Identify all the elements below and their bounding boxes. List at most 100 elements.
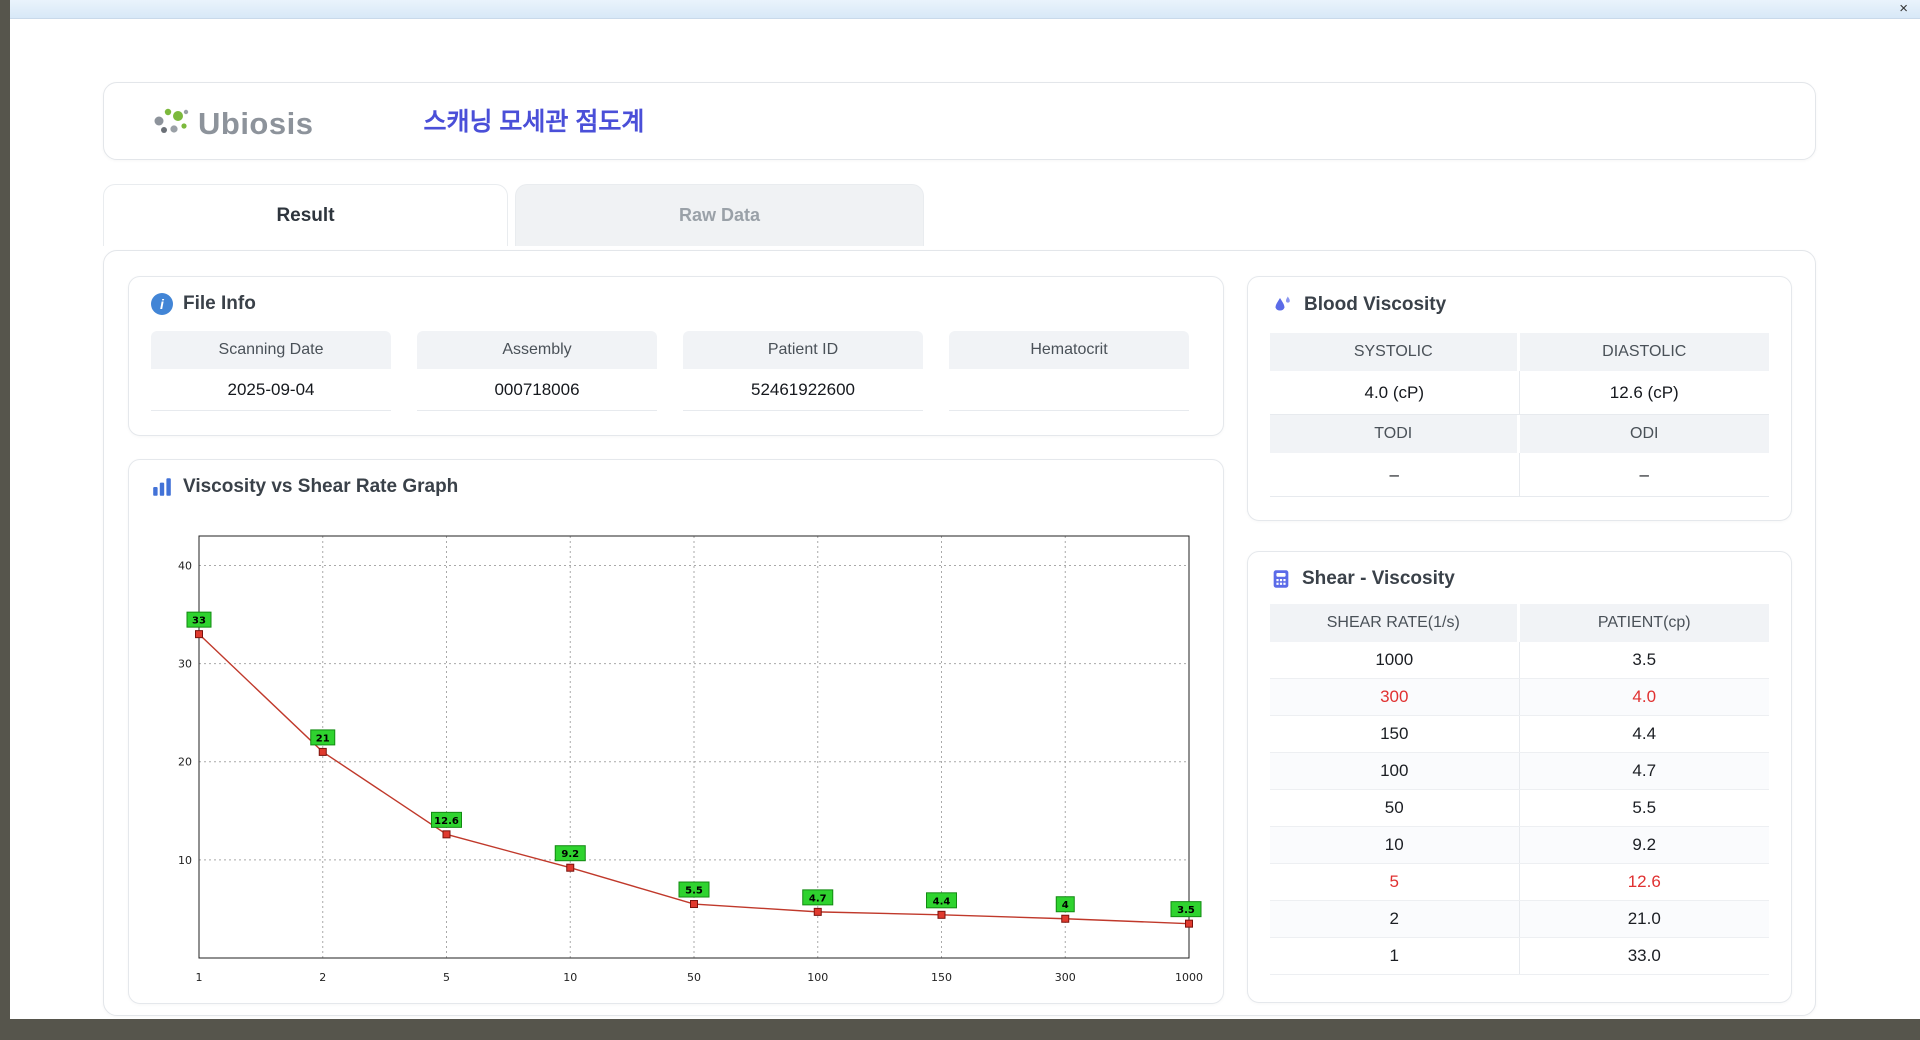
svg-text:21: 21	[316, 733, 330, 744]
svg-text:9.2: 9.2	[561, 849, 579, 860]
patient-cell: 3.5	[1632, 650, 1657, 669]
svg-text:5: 5	[443, 971, 450, 984]
file-info-field: Assembly 000718006	[417, 331, 657, 411]
svg-text:1: 1	[196, 971, 203, 984]
shear-table-header: PATIENT(cp)	[1519, 604, 1769, 642]
app-header-card: Ubiosis 스캐닝 모세관 점도계	[103, 82, 1816, 160]
shear-table-header: SHEAR RATE(1/s)	[1270, 604, 1520, 642]
field-label: Scanning Date	[151, 331, 391, 369]
tab-raw-data[interactable]: Raw Data	[515, 184, 924, 246]
file-info-fields: Scanning Date 2025-09-04 Assembly 000718006…	[151, 331, 1201, 411]
svg-text:12.6: 12.6	[434, 816, 459, 827]
patient-cell: 4.7	[1632, 761, 1657, 780]
shear-rate-cell: 150	[1270, 716, 1520, 752]
patient-cell: 12.6	[1627, 872, 1661, 891]
blood-metric-label: ODI	[1519, 415, 1769, 453]
table-row: 10 9.2	[1270, 827, 1769, 864]
blood-metric-label: DIASTOLIC	[1519, 333, 1769, 371]
graph-title: Viscosity vs Shear Rate Graph	[183, 476, 459, 497]
svg-text:150: 150	[931, 971, 952, 984]
field-label: Hematocrit	[949, 331, 1189, 369]
tab-bar: Result Raw Data	[103, 184, 1816, 246]
shear-rate-cell: 2	[1270, 901, 1520, 937]
file-info-field: Hematocrit	[949, 331, 1189, 411]
patient-cell: 5.5	[1632, 798, 1657, 817]
file-info-field: Scanning Date 2025-09-04	[151, 331, 391, 411]
table-row: 2 21.0	[1270, 901, 1769, 938]
file-info-card: i File Info Scanning Date 2025-09-04 Assem…	[128, 276, 1224, 436]
window-titlebar: ×	[10, 0, 1920, 19]
table-row: 150 4.4	[1270, 716, 1769, 753]
table-row: 300 4.0	[1270, 679, 1769, 716]
shear-table-header-row: SHEAR RATE(1/s) PATIENT(cp)	[1270, 604, 1769, 642]
svg-text:33: 33	[192, 616, 206, 627]
blood-metric-value: –	[1270, 453, 1520, 497]
table-row: 5 12.6	[1270, 864, 1769, 901]
patient-cell: 9.2	[1632, 835, 1657, 854]
blood-viscosity-card: Blood Viscosity SYSTOLIC DIASTOLIC 4.0 (cP…	[1247, 276, 1792, 521]
svg-text:50: 50	[687, 971, 701, 984]
blood-viscosity-title: Blood Viscosity	[1304, 294, 1447, 315]
shear-rate-cell: 100	[1270, 753, 1520, 789]
shear-viscosity-title: Shear - Viscosity	[1302, 568, 1455, 589]
blood-viscosity-grid: SYSTOLIC DIASTOLIC 4.0 (cP) 12.6 (cP) TODI OD…	[1270, 333, 1769, 497]
patient-cell: 4.0	[1632, 687, 1657, 706]
svg-text:10: 10	[563, 971, 577, 984]
svg-text:100: 100	[807, 971, 828, 984]
shear-viscosity-title-row: Shear - Viscosity	[1270, 568, 1769, 590]
graph-title-row: Viscosity vs Shear Rate Graph	[151, 476, 1201, 498]
blood-metric-label: TODI	[1270, 415, 1520, 453]
table-row: 1000 3.5	[1270, 642, 1769, 679]
shear-rate-cell: 50	[1270, 790, 1520, 826]
blood-metric-value: 12.6 (cP)	[1519, 371, 1769, 415]
table-row: 1 33.0	[1270, 938, 1769, 975]
blood-metric-value: 4.0 (cP)	[1270, 371, 1520, 415]
svg-text:3.5: 3.5	[1177, 905, 1195, 916]
svg-text:4.4: 4.4	[933, 896, 951, 907]
table-row: 50 5.5	[1270, 790, 1769, 827]
file-info-title-row: i File Info	[151, 293, 1201, 315]
blood-metric-label: SYSTOLIC	[1270, 333, 1520, 371]
page: Ubiosis 스캐닝 모세관 점도계 Result Raw Data i Fi…	[10, 19, 1920, 1019]
field-value	[949, 369, 1189, 411]
shear-viscosity-card: Shear - Viscosity SHEAR RATE(1/s) PATIENT…	[1247, 551, 1792, 1003]
shear-rate-cell: 300	[1270, 679, 1520, 715]
water-drop-icon	[1275, 296, 1290, 311]
window-close-button[interactable]: ×	[1899, 0, 1908, 18]
tab-result[interactable]: Result	[103, 184, 508, 246]
logo-dots-icon	[154, 108, 189, 133]
svg-text:2: 2	[319, 971, 326, 984]
calculator-icon	[1273, 570, 1289, 588]
field-value: 52461922600	[683, 369, 923, 411]
field-label: Assembly	[417, 331, 657, 369]
svg-text:1000: 1000	[1175, 971, 1203, 984]
file-info-field: Patient ID 52461922600	[683, 331, 923, 411]
shear-rate-cell: 1000	[1270, 642, 1520, 678]
blood-metric-value: –	[1519, 453, 1769, 497]
svg-text:30: 30	[178, 658, 192, 671]
shear-rate-cell: 10	[1270, 827, 1520, 863]
info-icon: i	[151, 293, 173, 315]
file-info-title: File Info	[183, 293, 256, 314]
svg-text:20: 20	[178, 756, 192, 769]
viscosity-chart: 10 20 30 40 1 2 5 10 50 100 150 300 1000 33 21 12.6 9.2 5…	[178, 535, 1204, 984]
app-window: × Ubiosis 스캐닝 모세관 점도계 Result Raw Data i …	[10, 0, 1920, 1019]
patient-cell: 21.0	[1627, 909, 1661, 928]
shear-rate-cell: 5	[1270, 864, 1520, 900]
graph-card: Viscosity vs Shear Rate Graph 10 20 30 40 1 2…	[128, 459, 1224, 1004]
shear-rate-cell: 1	[1270, 938, 1520, 974]
logo-text: Ubiosis	[198, 106, 314, 141]
patient-cell: 33.0	[1627, 946, 1661, 965]
x-axis-labels: 1 2 5 10 50 100 150 300 1000	[196, 971, 1204, 984]
ubiosis-logo: Ubiosis	[152, 103, 313, 139]
shear-viscosity-table: SHEAR RATE(1/s) PATIENT(cp) 1000 3.5 300 4.0 1…	[1270, 604, 1769, 975]
field-label: Patient ID	[683, 331, 923, 369]
patient-cell: 4.4	[1632, 724, 1657, 743]
blood-viscosity-title-row: Blood Viscosity	[1270, 293, 1769, 317]
svg-text:4: 4	[1062, 900, 1069, 911]
bar-chart-icon	[153, 478, 171, 496]
field-value: 000718006	[417, 369, 657, 411]
table-row: 100 4.7	[1270, 753, 1769, 790]
content-card: i File Info Scanning Date 2025-09-04 Assem…	[103, 250, 1816, 1016]
app-title: 스캐닝 모세관 점도계	[423, 108, 645, 136]
